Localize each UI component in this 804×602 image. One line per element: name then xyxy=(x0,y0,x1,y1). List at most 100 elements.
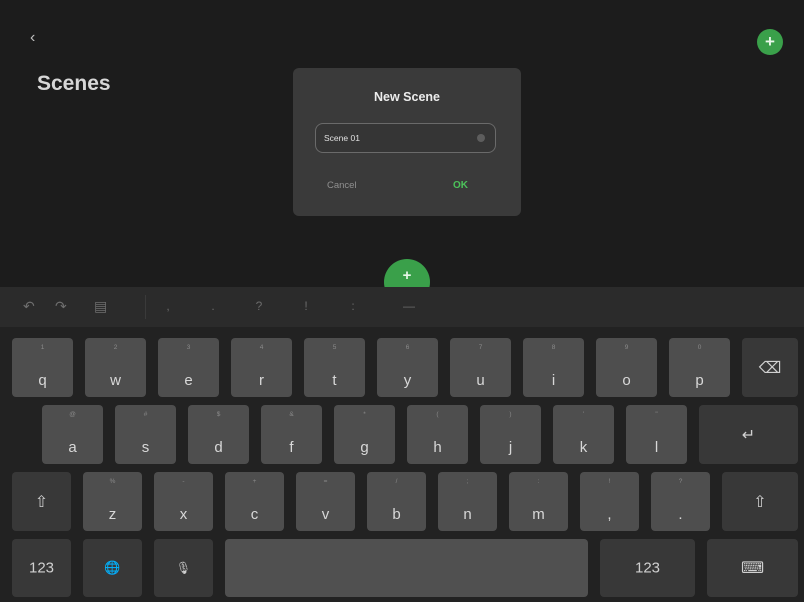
keyboard-shortcut-bar: ↶ ↷ ▤ , . ? ! : — xyxy=(0,287,804,327)
key-h[interactable]: ( h xyxy=(407,405,468,464)
key-e[interactable]: 3 e xyxy=(158,338,219,397)
key-t[interactable]: 5 t xyxy=(304,338,365,397)
punct-comma-key[interactable]: , xyxy=(162,299,174,313)
key-alt-char: ' xyxy=(582,411,585,418)
scene-name-field[interactable] xyxy=(315,123,496,153)
key-g[interactable]: * g xyxy=(334,405,395,464)
key-char: q xyxy=(38,372,47,389)
key-alt-char: ; xyxy=(466,478,469,485)
key-i[interactable]: 8 i xyxy=(523,338,584,397)
key-char: n xyxy=(463,506,472,523)
key-char: u xyxy=(476,372,485,389)
clear-text-icon[interactable] xyxy=(477,134,485,142)
shift-key-right[interactable]: ⇧ xyxy=(722,472,798,531)
return-key[interactable]: ↵ xyxy=(699,405,798,464)
key-u[interactable]: 7 u xyxy=(450,338,511,397)
key-f[interactable]: & f xyxy=(261,405,322,464)
key-b[interactable]: / b xyxy=(367,472,426,531)
key-alt-char: / xyxy=(395,478,398,485)
shift-icon: ⇧ xyxy=(34,493,49,511)
key-char: x xyxy=(179,506,188,523)
key-q[interactable]: 1 q xyxy=(12,338,73,397)
punct-colon-key[interactable]: : xyxy=(347,299,359,313)
key-z[interactable]: % z xyxy=(83,472,142,531)
key-char: j xyxy=(508,439,513,456)
key-char: . xyxy=(678,506,683,523)
key-r[interactable]: 4 r xyxy=(231,338,292,397)
microphone-icon: 🎙 xyxy=(175,561,192,575)
key-x[interactable]: - x xyxy=(154,472,213,531)
key-char: f xyxy=(289,439,294,456)
key-k[interactable]: ' k xyxy=(553,405,614,464)
key-alt-char: @ xyxy=(69,411,76,418)
key-d[interactable]: $ d xyxy=(188,405,249,464)
numbers-key-label: 123 xyxy=(28,559,55,577)
key-m[interactable]: : m xyxy=(509,472,568,531)
undo-icon[interactable]: ↶ xyxy=(23,298,35,315)
key-alt-char: = xyxy=(323,478,328,485)
key-p[interactable]: 0 p xyxy=(669,338,730,397)
key-char: , xyxy=(607,506,612,523)
shift-key-left[interactable]: ⇧ xyxy=(12,472,71,531)
key-char: b xyxy=(392,506,401,523)
key-w[interactable]: 2 w xyxy=(85,338,146,397)
key-alt-char: 3 xyxy=(186,344,191,351)
key-a[interactable]: @ a xyxy=(42,405,103,464)
key-period[interactable]: ? . xyxy=(651,472,710,531)
ok-button[interactable]: OK xyxy=(453,180,468,191)
key-comma[interactable]: ! , xyxy=(580,472,639,531)
numbers-key-left[interactable]: 123 xyxy=(12,539,71,597)
key-char: e xyxy=(184,372,193,389)
key-alt-char: 7 xyxy=(478,344,483,351)
key-char: c xyxy=(250,506,259,523)
punct-period-key[interactable]: . xyxy=(207,299,219,313)
key-s[interactable]: # s xyxy=(115,405,176,464)
key-alt-char: ! xyxy=(608,478,611,485)
punct-question-key[interactable]: ? xyxy=(253,299,265,313)
paste-icon[interactable]: ▤ xyxy=(94,298,107,315)
key-alt-char: & xyxy=(289,411,294,418)
key-char: i xyxy=(551,372,556,389)
punct-exclamation-key[interactable]: ! xyxy=(300,299,312,313)
dialog-title: New Scene xyxy=(373,90,440,104)
numbers-key-right[interactable]: 123 xyxy=(600,539,695,597)
key-v[interactable]: = v xyxy=(296,472,355,531)
keyboard-dismiss-icon: ⌨ xyxy=(740,560,765,577)
key-n[interactable]: ; n xyxy=(438,472,497,531)
key-char: r xyxy=(259,372,264,389)
key-char: z xyxy=(108,506,117,523)
key-alt-char: ? xyxy=(678,478,683,485)
key-alt-char: " xyxy=(655,411,658,418)
scene-name-input[interactable] xyxy=(324,129,464,147)
key-o[interactable]: 9 o xyxy=(596,338,657,397)
back-button[interactable]: ‹ xyxy=(30,28,50,48)
add-scene-button[interactable]: + xyxy=(757,29,783,55)
key-alt-char: * xyxy=(363,411,366,418)
key-char: a xyxy=(68,439,77,456)
dictation-key[interactable]: 🎙 xyxy=(154,539,213,597)
return-icon: ↵ xyxy=(741,426,756,444)
redo-icon[interactable]: ↷ xyxy=(55,298,67,315)
key-alt-char: % xyxy=(109,478,116,485)
dismiss-keyboard-key[interactable]: ⌨ xyxy=(707,539,798,597)
globe-key[interactable]: 🌐 xyxy=(83,539,142,597)
backspace-key[interactable]: ⌫ xyxy=(742,338,798,397)
cancel-button[interactable]: Cancel xyxy=(327,180,357,191)
onscreen-keyboard: ↶ ↷ ▤ , . ? ! : — 1 q 2 w 3 e 4 r 5 t 6 … xyxy=(0,287,804,602)
shortcut-divider xyxy=(145,295,146,319)
key-y[interactable]: 6 y xyxy=(377,338,438,397)
globe-icon: 🌐 xyxy=(104,560,121,575)
scenes-screen: ‹ + Scenes New Scene Cancel OK xyxy=(0,0,804,290)
key-j[interactable]: ) j xyxy=(480,405,541,464)
key-alt-char: 6 xyxy=(405,344,410,351)
chevron-left-icon: ‹ xyxy=(30,29,36,46)
key-alt-char: # xyxy=(143,411,148,418)
key-c[interactable]: + c xyxy=(225,472,284,531)
key-alt-char: $ xyxy=(216,411,221,418)
key-alt-char: ( xyxy=(436,411,439,418)
key-l[interactable]: " l xyxy=(626,405,687,464)
shift-icon: ⇧ xyxy=(753,493,767,511)
punct-dash-key[interactable]: — xyxy=(398,299,420,313)
space-bar[interactable] xyxy=(225,539,588,597)
page-title: Scenes xyxy=(37,72,111,95)
